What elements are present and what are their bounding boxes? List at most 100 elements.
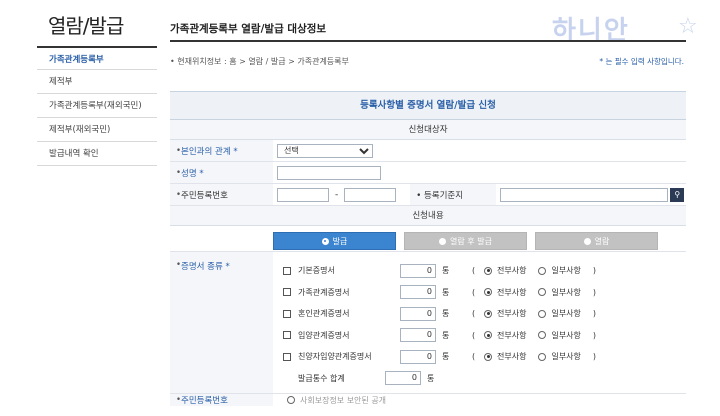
cert-full-label: 전부사항 (497, 266, 527, 276)
sidebar-menu: 가족관계등록부 제적부 가족관계등록부(재외국민) 제적부(재외국민) 발급내역… (37, 46, 157, 166)
star-icon: ☆ (678, 14, 698, 39)
paren-close: ) (592, 266, 597, 276)
title-divider (170, 40, 686, 42)
cert-count-input[interactable]: 0 (400, 349, 436, 364)
radio-selected-icon (484, 288, 492, 297)
total-row: 발급통수 합계 0 통 (283, 368, 605, 390)
cert-row: 친양자입양관계증명서 0 통 ( 전부사항 일부사항 ) (283, 346, 605, 368)
cert-count-input[interactable]: 0 (400, 263, 436, 278)
next-row-value: 사회보장정보 보안된 공개 (300, 395, 387, 405)
required-note: * 는 필수 입력 사항입니다. (599, 57, 684, 66)
radio-icon (538, 352, 547, 361)
rrn-back-input[interactable] (344, 187, 397, 202)
tab-view[interactable]: 열람 (535, 232, 658, 250)
cert-unit: 통 (442, 287, 450, 297)
cert-type-label: 증명서 종류 * (170, 252, 273, 393)
cert-unit: 통 (442, 266, 450, 276)
cert-full-label: 전부사항 (497, 287, 527, 297)
cert-full-option[interactable]: 전부사항 (484, 351, 526, 362)
base-address-input[interactable] (500, 187, 669, 202)
cert-full-label: 전부사항 (497, 309, 527, 319)
radio-selected-icon (484, 266, 492, 275)
total-label: 발급통수 합계 (298, 373, 345, 383)
radio-icon (538, 288, 547, 297)
rrn-row: 주민등록번호 - • 등록기준지 ⚲ (170, 184, 686, 206)
page-title: 가족관계등록부 열람/발급 대상정보 (170, 23, 327, 35)
cert-count-input[interactable]: 0 (400, 328, 436, 343)
paren-open: ( (472, 309, 476, 319)
sidebar-item-issue-history[interactable]: 발급내역 확인 (37, 142, 157, 166)
radio-icon (538, 266, 547, 275)
cert-partial-label: 일부사항 (551, 352, 581, 362)
cert-full-label: 전부사항 (497, 352, 527, 362)
radio-selected-icon (484, 309, 492, 318)
cert-partial-label: 일부사항 (551, 309, 581, 319)
sidebar-item-family-register-overseas[interactable]: 가족관계등록부(재외국민) (37, 94, 157, 118)
tab-view-then-issue-label: 열람 후 발급 (450, 236, 492, 246)
mode-tabs: 발급 열람 후 발급 열람 (170, 226, 686, 252)
relation-label: 본인과의 관계 * (170, 140, 273, 161)
name-input[interactable] (277, 165, 381, 180)
sidebar-item-removal-register[interactable]: 제적부 (37, 70, 157, 94)
application-form: 등록사항별 증명서 열람/발급 신청 신청대상자 본인과의 관계 * 선택 성명… (170, 91, 686, 406)
search-icon[interactable]: ⚲ (670, 187, 685, 202)
radio-dot-icon (439, 237, 447, 245)
cert-type-block: 증명서 종류 * 기본증명서 0 통 ( 전부사항 일부사항 ) 가족관계증명서… (170, 252, 686, 394)
section-target-heading: 신청대상자 (170, 120, 686, 140)
cert-full-label: 전부사항 (497, 330, 527, 340)
breadcrumb: • 현재위치정보 : 홈 > 열람 / 발급 > 가족관계등록부 (170, 57, 349, 66)
form-title: 등록사항별 증명서 열람/발급 신청 (170, 92, 686, 120)
cert-partial-label: 일부사항 (551, 266, 581, 276)
paren-close: ) (592, 309, 597, 319)
tab-view-label: 열람 (594, 236, 610, 246)
tab-issue[interactable]: 발급 (273, 232, 396, 250)
rrn-label: 주민등록번호 (170, 184, 273, 205)
cert-count-input[interactable]: 0 (400, 285, 436, 300)
cert-partial-label: 일부사항 (551, 330, 581, 340)
cert-name: 기본증명서 (298, 266, 335, 276)
cert-name: 친양자입양관계증명서 (298, 352, 372, 362)
cert-row: 가족관계증명서 0 통 ( 전부사항 일부사항 ) (283, 282, 605, 304)
relation-row: 본인과의 관계 * 선택 (170, 140, 686, 162)
paren-close: ) (592, 352, 597, 362)
cert-partial-option[interactable]: 일부사항 (538, 287, 581, 298)
next-row-label: 주민등록번호 (170, 394, 273, 406)
radio-selected-icon (484, 352, 492, 361)
cert-partial-option[interactable]: 일부사항 (538, 308, 581, 319)
paren-open: ( (472, 266, 476, 276)
sidebar-item-family-register[interactable]: 가족관계등록부 (37, 46, 157, 70)
cert-row: 혼인관계증명서 0 통 ( 전부사항 일부사항 ) (283, 303, 605, 325)
cert-checkbox[interactable] (283, 352, 291, 361)
cert-checkbox[interactable] (283, 331, 291, 340)
cert-partial-option[interactable]: 일부사항 (538, 351, 581, 362)
radio-dot-icon (583, 237, 591, 245)
tab-view-then-issue[interactable]: 열람 후 발급 (404, 232, 527, 250)
paren-open: ( (472, 330, 476, 340)
relation-select[interactable]: 선택 (277, 143, 373, 158)
cert-unit: 통 (442, 330, 450, 340)
cert-list: 기본증명서 0 통 ( 전부사항 일부사항 ) 가족관계증명서 0 통 ( 전부… (273, 252, 605, 393)
cert-name: 입양관계증명서 (298, 330, 350, 340)
cert-checkbox[interactable] (283, 288, 291, 297)
cert-row: 기본증명서 0 통 ( 전부사항 일부사항 ) (283, 260, 605, 282)
section-content-heading: 신청내용 (170, 206, 686, 226)
total-count: 0 (385, 371, 421, 386)
sidebar-item-removal-register-overseas[interactable]: 제적부(재외국민) (37, 118, 157, 142)
radio-icon[interactable] (287, 396, 295, 404)
cert-full-option[interactable]: 전부사항 (484, 265, 526, 276)
cert-name: 혼인관계증명서 (298, 309, 350, 319)
radio-icon (538, 331, 547, 340)
cert-full-option[interactable]: 전부사항 (484, 287, 526, 298)
rrn-front-input[interactable] (277, 187, 329, 202)
cert-full-option[interactable]: 전부사항 (484, 330, 526, 341)
cert-checkbox[interactable] (283, 266, 291, 275)
cert-partial-option[interactable]: 일부사항 (538, 265, 581, 276)
total-unit: 통 (427, 373, 435, 383)
cert-full-option[interactable]: 전부사항 (484, 308, 526, 319)
name-label: 성명 * (170, 162, 273, 183)
cert-checkbox[interactable] (283, 309, 291, 318)
cert-count-input[interactable]: 0 (400, 306, 436, 321)
cert-partial-option[interactable]: 일부사항 (538, 330, 581, 341)
rrn-dash: - (335, 189, 339, 200)
cert-name: 가족관계증명서 (298, 287, 350, 297)
